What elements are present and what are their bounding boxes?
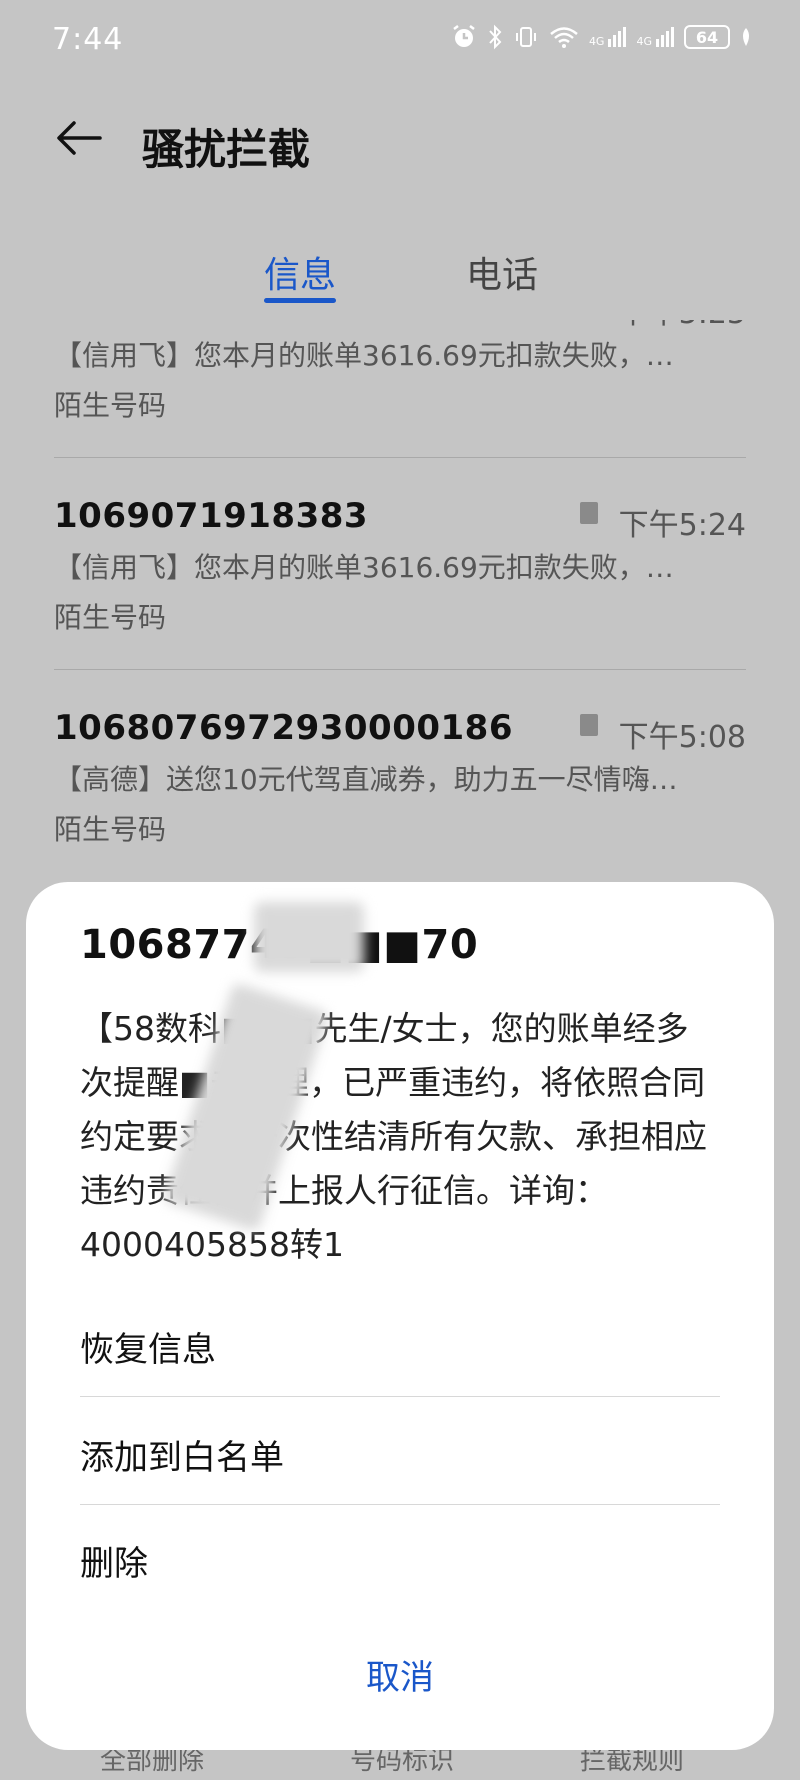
message-time: 下午5:25 [619,320,746,332]
list-item[interactable]: 1069071918383 下午5:24 【信用飞】您本月的账单3616.69元… [0,458,800,670]
message-action-dialog: 10687743■■■70 【58数科■■■先生/女士，您的账单经多次提醒■未处… [26,882,774,1750]
dialog-message-body: 【58数科■■■先生/女士，您的账单经多次提醒■未处理，已严重违约，将依照合同约… [80,1009,707,1264]
message-preview: 【信用飞】您本月的账单3616.69元扣款失败，… [54,551,674,584]
status-icons: 4G 4G 64 [451,24,752,50]
cancel-button[interactable]: 取消 [26,1650,774,1699]
alarm-icon [453,25,475,47]
vibrate-icon [515,27,536,47]
sender-number: 1068076972930000186 [54,708,513,748]
sender-label: 陌生号码 [54,813,167,846]
wifi-icon [550,27,578,48]
page-title: 骚扰拦截 [142,125,311,174]
network-type-label: 4G [588,35,605,48]
message-preview: 【高德】送您10元代驾直减券，助力五一尽情嗨… [54,763,678,796]
sender-number: 1069071918383 [54,496,369,536]
signal-4g-icon: 4G [589,27,627,47]
status-time: 7:44 [52,22,124,57]
message-preview: 【信用飞】您本月的账单3616.69元扣款失败，… [54,339,674,372]
tab-messages[interactable]: 信息 [264,246,336,298]
network-type-label: 4G [636,35,652,48]
active-tab-indicator [264,298,336,303]
back-arrow-icon[interactable] [56,120,102,156]
sim-card-icon [580,714,598,736]
sender-label: 陌生号码 [54,601,167,634]
redaction-blur [254,902,364,972]
message-time: 下午5:08 [618,720,746,755]
divider [80,1396,720,1397]
message-time: 下午5:24 [618,508,746,543]
blocked-message-list: 1068138801012 下午5:25 【信用飞】您本月的账单3616.69元… [0,320,800,880]
sim-card-icon [580,502,598,524]
signal-4g-icon: 4G [636,27,674,47]
divider [80,1504,720,1505]
sender-number: 1068138801012 [54,320,368,324]
bluetooth-icon [489,24,502,50]
list-item[interactable]: 1068076972930000186 下午5:08 【高德】送您10元代驾直减… [0,670,800,880]
battery-indicator: 64 [684,25,730,49]
tab-calls[interactable]: 电话 [466,246,538,298]
restore-message-button[interactable]: 恢复信息 [80,1322,216,1371]
add-to-whitelist-button[interactable]: 添加到白名单 [80,1430,284,1479]
delete-button[interactable]: 删除 [80,1536,148,1585]
sender-label: 陌生号码 [54,389,167,422]
leaf-icon [743,28,749,46]
battery-level: 64 [695,27,719,47]
list-item[interactable]: 1068138801012 下午5:25 【信用飞】您本月的账单3616.69元… [0,320,800,458]
